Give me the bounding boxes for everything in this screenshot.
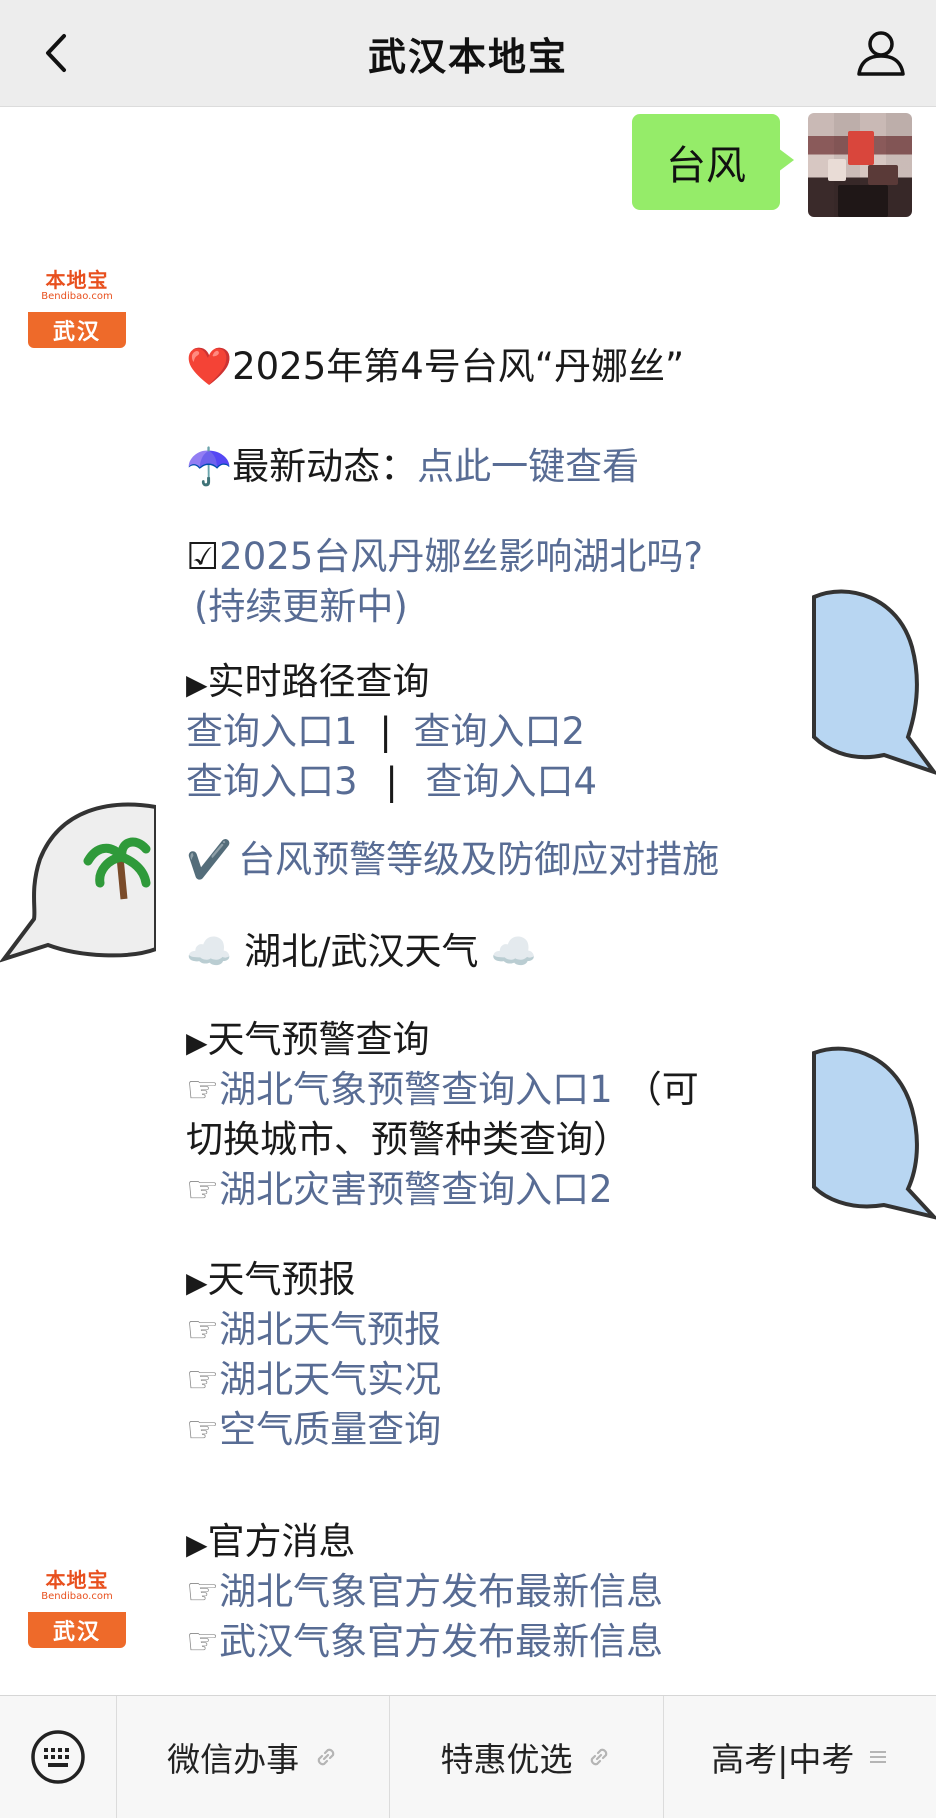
cloud-icon: ☁️ (186, 930, 233, 973)
typhoon-title: 2025年第4号台风“丹娜丝” (232, 345, 685, 388)
logo-domain: Bendibao.com (41, 1591, 113, 1602)
forecast-heading: ▶天气预报 (186, 1255, 356, 1308)
outgoing-message-text: 台风 (666, 143, 746, 189)
forecast-link-line-1: ☞湖北天气预报 (186, 1305, 441, 1355)
route-title: 实时路径查询 (207, 660, 430, 703)
weather-heading: ☁️ 湖北/武汉天气 ☁️ (186, 927, 537, 977)
menu-item-deals[interactable]: 特惠优选 (390, 1696, 664, 1818)
logo-text: 本地宝 (45, 268, 109, 292)
alert-title: 天气预警查询 (207, 1018, 430, 1061)
user-avatar[interactable] (808, 113, 912, 217)
link-icon (317, 1748, 335, 1766)
chat-title: 武汉本地宝 (367, 34, 568, 79)
route-links-row-1: 查询入口1 | 查询入口2 (186, 707, 585, 757)
official-link-line-1: ☞湖北气象官方发布最新信息 (186, 1567, 663, 1617)
latest-news-line: ☂️最新动态：点此一键查看 (186, 442, 639, 492)
weather-title: 湖北/武汉天气 (244, 930, 479, 973)
route-separator: | (379, 710, 392, 753)
user-profile-icon[interactable] (852, 24, 910, 82)
alert-link-line-2: ☞湖北灾害预警查询入口2 (186, 1165, 613, 1215)
official-account-avatar[interactable]: 本地宝 Bendibao.com 武汉 (28, 260, 126, 352)
chat-area[interactable]: 台风 本地宝 Bendibao.com 武汉 本地宝 Bendibao.com … (0, 107, 936, 1695)
alert-note: （可 (624, 1068, 699, 1111)
forecast-link-line-3: ☞空气质量查询 (186, 1405, 441, 1455)
route-link-4[interactable]: 查询入口4 (426, 760, 598, 803)
checkbox-icon: ☑ (186, 535, 220, 578)
route-link-3[interactable]: 查询入口3 (186, 760, 358, 803)
palm-ghost-sticker-left (0, 802, 156, 963)
menu-label: 微信办事 (167, 1740, 300, 1779)
alert-note-continued: 切换城市、预警种类查询） (186, 1118, 630, 1161)
pointing-hand-icon: ☞ (186, 1068, 220, 1111)
official-link-1[interactable]: 湖北气象官方发布最新信息 (219, 1570, 663, 1613)
forecast-link-3[interactable]: 空气质量查询 (219, 1408, 441, 1451)
play-marker-icon: ▶ (186, 668, 208, 701)
alert-heading: ▶天气预警查询 (186, 1015, 430, 1068)
menu-label: 高考|中考 (711, 1740, 855, 1779)
alert-link-1[interactable]: 湖北气象预警查询入口1 (219, 1068, 613, 1111)
play-marker-icon: ▶ (186, 1026, 208, 1059)
top-nav-bar: 武汉本地宝 (0, 0, 936, 107)
cloud-icon: ☁️ (490, 930, 537, 973)
check-mark-icon: ✔️ (186, 838, 233, 881)
ghost-sticker-right-bottom (812, 1046, 936, 1220)
typhoon-title-line: ❤️2025年第4号台风“丹娜丝” (186, 342, 684, 392)
menu-item-wechat-services[interactable]: 微信办事 (117, 1696, 391, 1818)
menu-lines-icon (870, 1751, 887, 1763)
bot-message-card: ❤️2025年第4号台风“丹娜丝” ☂️最新动态：点此一键查看 ☑2025台风丹… (156, 227, 812, 1695)
logo-city: 武汉 (28, 1612, 126, 1648)
route-heading: ▶实时路径查询 (186, 657, 430, 710)
back-chevron-icon[interactable] (30, 26, 84, 80)
alert-link-2[interactable]: 湖北灾害预警查询入口2 (219, 1168, 613, 1211)
pointing-hand-icon: ☞ (186, 1358, 220, 1401)
pointing-hand-icon: ☞ (186, 1570, 220, 1613)
pointing-hand-icon: ☞ (186, 1308, 220, 1351)
link-icon (591, 1748, 608, 1766)
keyboard-toggle-button[interactable] (0, 1696, 117, 1818)
outgoing-message-bubble[interactable]: 台风 (632, 114, 794, 210)
forecast-link-2[interactable]: 湖北天气实况 (219, 1358, 441, 1401)
pointing-hand-icon: ☞ (186, 1168, 220, 1211)
route-link-2[interactable]: 查询入口2 (414, 710, 586, 753)
menu-label: 特惠优选 (440, 1740, 573, 1779)
official-title: 官方消息 (207, 1520, 356, 1563)
menu-item-exams[interactable]: 高考|中考 (664, 1696, 936, 1818)
bottom-menu-bar: 微信办事 特惠优选 高考|中考 (0, 1695, 936, 1818)
official-heading: ▶官方消息 (186, 1517, 356, 1570)
route-links-row-2: 查询入口3 | 查询入口4 (186, 757, 597, 807)
forecast-link-line-2: ☞湖北天气实况 (186, 1355, 441, 1405)
impact-link[interactable]: 2025台风丹娜丝影响湖北吗? (219, 535, 703, 578)
official-account-avatar-2[interactable]: 本地宝 Bendibao.com 武汉 (28, 1560, 126, 1652)
logo-top: 本地宝 Bendibao.com (28, 260, 126, 312)
ghost-sticker-right-top (812, 589, 936, 775)
forecast-link-1[interactable]: 湖北天气预报 (219, 1308, 441, 1351)
keyboard-icon (31, 1730, 85, 1784)
logo-domain: Bendibao.com (41, 291, 113, 302)
official-link-line-2: ☞武汉气象官方发布最新信息 (186, 1617, 663, 1667)
logo-city: 武汉 (28, 312, 126, 348)
play-marker-icon: ▶ (186, 1528, 208, 1561)
alert-link-line-1: ☞湖北气象预警查询入口1 （可 (186, 1065, 699, 1115)
play-marker-icon: ▶ (186, 1266, 208, 1299)
forecast-title: 天气预报 (207, 1258, 356, 1301)
logo-text: 本地宝 (45, 1568, 109, 1592)
impact-line: ☑2025台风丹娜丝影响湖北吗? (186, 532, 703, 582)
warning-line: ✔️ 台风预警等级及防御应对措施 (186, 835, 719, 885)
umbrella-icon: ☂️ (186, 445, 233, 488)
impact-link-continued[interactable]: (持续更新中) (194, 582, 408, 632)
heart-icon: ❤️ (186, 345, 233, 388)
pointing-hand-icon: ☞ (186, 1620, 220, 1663)
latest-news-link[interactable]: 点此一键查看 (417, 445, 639, 488)
route-link-1[interactable]: 查询入口1 (186, 710, 358, 753)
latest-news-label: 最新动态： (232, 445, 418, 488)
route-separator: | (385, 760, 398, 803)
logo-top: 本地宝 Bendibao.com (28, 1560, 126, 1612)
pointing-hand-icon: ☞ (186, 1408, 220, 1451)
warning-link[interactable]: 台风预警等级及防御应对措施 (238, 838, 719, 881)
official-link-2[interactable]: 武汉气象官方发布最新信息 (219, 1620, 663, 1663)
